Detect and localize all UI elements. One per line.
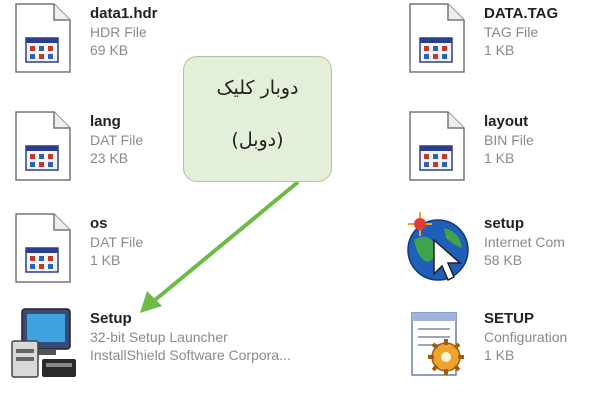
installer-computer-icon [11, 308, 76, 378]
file-name: os [90, 215, 108, 232]
file-name: DATA.TAG [484, 5, 559, 22]
file-type: DAT File [90, 234, 144, 250]
window-document-icon [15, 3, 71, 73]
file-name: Setup [90, 310, 132, 327]
callout-line-1: دوبار کلیک [216, 77, 299, 99]
file-name: layout [484, 113, 529, 130]
file-size: 69 KB [90, 42, 129, 58]
file-name: lang [90, 113, 121, 130]
window-document-icon [409, 3, 465, 73]
config-gear-icon [411, 312, 464, 376]
instruction-callout: دوبار کلیک (دوبل) [183, 56, 332, 182]
file-name: SETUP [484, 310, 535, 327]
file-size: 58 KB [484, 252, 523, 268]
file-name: setup [484, 215, 525, 232]
file-type: DAT File [90, 132, 144, 148]
file-size: 1 KB [484, 347, 515, 363]
file-type: 32-bit Setup Launcher [90, 329, 228, 345]
callout-line-2: (دوبل) [231, 129, 284, 151]
file-size: 23 KB [90, 150, 129, 166]
file-type: BIN File [484, 132, 534, 148]
file-size: 1 KB [90, 252, 121, 268]
file-type: HDR File [90, 24, 147, 40]
file-type: Configuration [484, 329, 568, 345]
window-document-icon [409, 111, 465, 181]
globe-cursor-icon [407, 212, 469, 282]
file-name: data1.hdr [90, 5, 158, 22]
file-company: InstallShield Software Corpora... [90, 347, 291, 363]
window-document-icon [15, 111, 71, 181]
file-size: 1 KB [484, 150, 515, 166]
file-type: TAG File [484, 24, 539, 40]
file-size: 1 KB [484, 42, 515, 58]
window-document-icon [15, 213, 71, 283]
file-type: Internet Com [484, 234, 565, 250]
